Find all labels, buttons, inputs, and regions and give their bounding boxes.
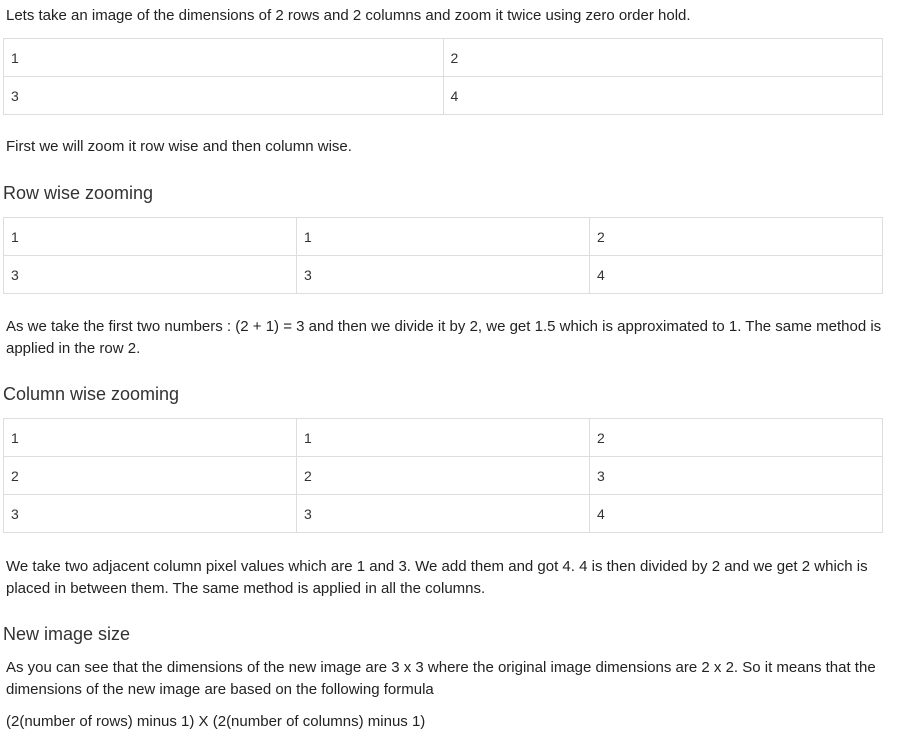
table-cell: 4 [442, 76, 883, 115]
table-cell: 1 [296, 217, 590, 256]
first-step-text: First we will zoom it row wise and then … [6, 138, 352, 155]
table-row: 2 2 3 [3, 456, 883, 495]
table-cell: 4 [589, 494, 883, 533]
table-cell: 4 [589, 255, 883, 294]
column-explanation-text: We take two adjacent column pixel values… [6, 558, 868, 597]
table-cell: 3 [296, 494, 590, 533]
table-row: 1 1 2 [3, 418, 883, 457]
table-cell: 2 [442, 38, 883, 77]
table-row: 3 3 4 [3, 494, 883, 533]
table-cell: 3 [3, 76, 444, 115]
table-cell: 1 [3, 418, 297, 457]
column-wise-heading: Column wise zooming [3, 384, 180, 404]
table-cell: 3 [3, 255, 297, 294]
table-cell: 2 [296, 456, 590, 495]
table-cell: 1 [3, 38, 444, 77]
table-cell: 3 [296, 255, 590, 294]
table-row: 3 3 4 [3, 255, 883, 294]
table-row: 1 1 2 [3, 217, 883, 256]
table-row: 3 4 [3, 76, 883, 115]
intro-text: Lets take an image of the dimensions of … [6, 7, 691, 24]
table-cell: 1 [296, 418, 590, 457]
size-explanation-text: As you can see that the dimensions of th… [6, 659, 876, 698]
original-image-table: 1 2 3 4 [3, 38, 883, 115]
new-image-size-heading: New image size [3, 624, 131, 644]
table-cell: 2 [3, 456, 297, 495]
table-row: 1 2 [3, 38, 883, 77]
table-cell: 1 [3, 217, 297, 256]
row-wise-heading: Row wise zooming [3, 183, 154, 203]
row-zoom-table: 1 1 2 3 3 4 [3, 217, 883, 294]
table-cell: 3 [589, 456, 883, 495]
formula-text: (2(number of rows) minus 1) X (2(number … [6, 713, 426, 730]
row-explanation-text: As we take the first two numbers : (2 + … [6, 318, 882, 357]
table-cell: 3 [3, 494, 297, 533]
table-cell: 2 [589, 217, 883, 256]
table-cell: 2 [589, 418, 883, 457]
column-zoom-table: 1 1 2 2 2 3 3 3 4 [3, 418, 883, 533]
